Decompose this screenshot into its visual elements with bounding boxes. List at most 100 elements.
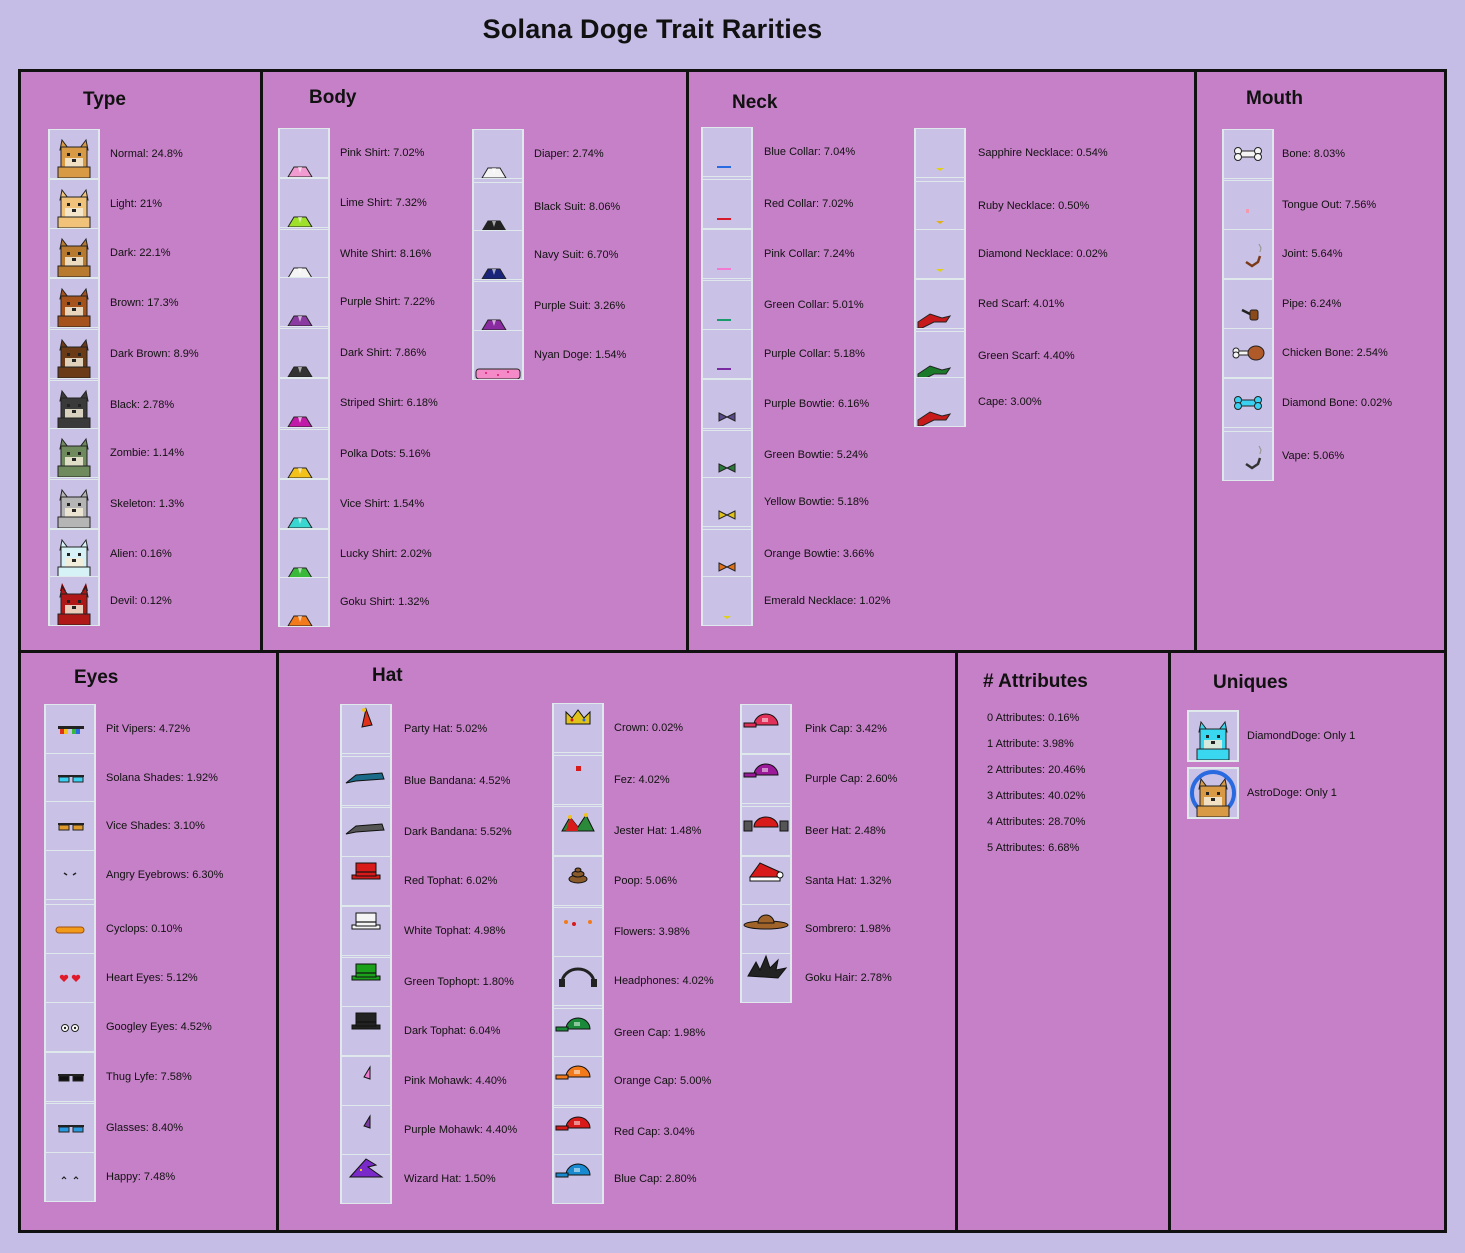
red-collar-icon xyxy=(703,180,751,228)
trait-cell xyxy=(279,378,329,428)
trait-cell xyxy=(702,229,752,279)
trait-label: Purple Suit: 3.26% xyxy=(534,300,626,312)
trait-cell xyxy=(279,229,329,279)
purple-mohawk-icon xyxy=(342,1106,390,1154)
orange-cap-icon xyxy=(554,1057,602,1105)
trait-label: Vice Shades: 3.10% xyxy=(106,820,205,832)
trait-cell xyxy=(341,704,391,754)
trait-cell xyxy=(341,807,391,857)
trait-cell xyxy=(49,479,99,529)
trait-label: Green Cap: 1.98% xyxy=(614,1027,706,1039)
section-title-neck: Neck xyxy=(732,92,778,113)
divider xyxy=(276,653,279,1230)
trait-label: Blue Collar: 7.04% xyxy=(764,146,856,158)
trait-cell xyxy=(279,577,329,627)
trait-label: Chicken Bone: 2.54% xyxy=(1282,347,1388,359)
pink-collar-icon xyxy=(703,230,751,278)
vape-icon xyxy=(1224,432,1272,480)
trait-cell xyxy=(1223,180,1273,230)
trait-cell xyxy=(45,1052,95,1102)
thug-lyfe-icon xyxy=(46,1053,94,1101)
diamond-bone-icon xyxy=(1224,379,1272,427)
trait-cell xyxy=(553,956,603,1006)
trait-label: Angry Eyebrows: 6.30% xyxy=(106,869,224,881)
trait-cell xyxy=(49,228,99,278)
doge-brown-icon xyxy=(50,279,98,327)
divider xyxy=(686,72,689,650)
trait-label: Ruby Necklace: 0.50% xyxy=(978,200,1090,212)
trait-cell xyxy=(473,182,523,232)
party-hat-icon xyxy=(342,705,390,753)
doge-devil-icon xyxy=(50,577,98,625)
attribute-count-label: 3 Attributes: 40.02% xyxy=(987,790,1086,802)
trait-label: Diamond Bone: 0.02% xyxy=(1282,397,1393,409)
cape-icon xyxy=(916,378,964,426)
attribute-count-label: 5 Attributes: 6.68% xyxy=(987,842,1080,854)
trait-cell xyxy=(341,957,391,1007)
trait-cell xyxy=(702,430,752,480)
trait-label: Green Collar: 5.01% xyxy=(764,299,864,311)
happy-eyes-icon xyxy=(46,1153,94,1201)
attribute-count-label: 4 Attributes: 28.70% xyxy=(987,816,1086,828)
trait-label: Green Tophopt: 1.80% xyxy=(404,976,514,988)
trait-label: Pink Shirt: 7.02% xyxy=(340,147,425,159)
trait-cell xyxy=(915,279,965,329)
trait-label: Happy: 7.48% xyxy=(106,1171,176,1183)
poop-icon xyxy=(554,857,602,905)
trait-cell xyxy=(702,379,752,429)
trait-cell xyxy=(341,906,391,956)
trait-cell xyxy=(473,281,523,331)
green-tophat-icon xyxy=(342,958,390,1006)
trait-label: Googley Eyes: 4.52% xyxy=(106,1021,212,1033)
pit-vipers-icon xyxy=(46,705,94,753)
trait-label: Glasses: 8.40% xyxy=(106,1122,184,1134)
trait-label: Diamond Necklace: 0.02% xyxy=(978,248,1108,260)
trait-label: White Tophat: 4.98% xyxy=(404,925,506,937)
trait-cell xyxy=(45,801,95,851)
trait-cell xyxy=(341,1105,391,1155)
trait-cell xyxy=(741,904,791,954)
trait-label: Blue Bandana: 4.52% xyxy=(404,775,511,787)
pink-cap-icon xyxy=(742,705,790,753)
trait-label: Pink Mohawk: 4.40% xyxy=(404,1075,507,1087)
trait-label: Yellow Bowtie: 5.18% xyxy=(764,496,869,508)
trait-label: Fez: 4.02% xyxy=(614,774,670,786)
trait-cell xyxy=(45,904,95,954)
sapphire-necklace-icon xyxy=(916,129,964,177)
trait-label: Purple Collar: 5.18% xyxy=(764,348,865,360)
trait-cell xyxy=(341,1056,391,1106)
trait-label: Tongue Out: 7.56% xyxy=(1282,199,1377,211)
trait-cell xyxy=(45,753,95,803)
flowers-icon xyxy=(554,908,602,956)
trait-label: Cape: 3.00% xyxy=(978,396,1042,408)
trait-cell xyxy=(553,703,603,753)
trait-cell xyxy=(341,1006,391,1056)
trait-label: Blue Cap: 2.80% xyxy=(614,1173,697,1185)
joint-icon xyxy=(1224,230,1272,278)
trait-cell xyxy=(915,377,965,427)
vice-shirt-icon xyxy=(280,480,328,528)
trait-label: Lucky Shirt: 2.02% xyxy=(340,548,432,560)
dark-shirt-icon xyxy=(280,329,328,377)
trait-label: Poop: 5.06% xyxy=(614,875,677,887)
trait-cell xyxy=(553,856,603,906)
white-shirt-icon xyxy=(280,230,328,278)
trait-label: Flowers: 3.98% xyxy=(614,926,690,938)
doge-zombie-icon xyxy=(50,429,98,477)
section-title-eyes: Eyes xyxy=(74,667,119,688)
trait-cell xyxy=(915,229,965,279)
trait-cell xyxy=(1223,229,1273,279)
trait-label: Santa Hat: 1.32% xyxy=(805,875,892,887)
trait-label: Dark Bandana: 5.52% xyxy=(404,826,512,838)
trait-cell xyxy=(1223,378,1273,428)
trait-cell xyxy=(915,128,965,178)
trait-label: Emerald Necklace: 1.02% xyxy=(764,595,891,607)
section-title-hat: Hat xyxy=(372,665,403,686)
diaper-icon xyxy=(474,130,522,178)
trait-label: Black Suit: 8.06% xyxy=(534,201,621,213)
trait-label: Lime Shirt: 7.32% xyxy=(340,197,427,209)
santa-hat-icon xyxy=(742,857,790,905)
vice-shades-icon xyxy=(46,802,94,850)
trait-label: Diaper: 2.74% xyxy=(534,148,604,160)
trait-label: Orange Bowtie: 3.66% xyxy=(764,548,875,560)
